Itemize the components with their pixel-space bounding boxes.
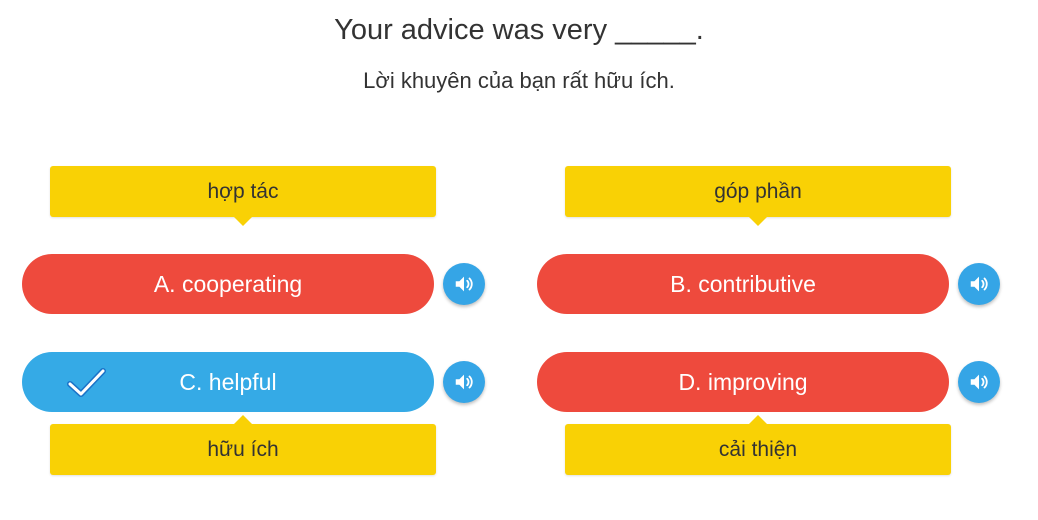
question-translation: Lời khuyên của bạn rất hữu ích. bbox=[363, 68, 675, 93]
speaker-icon bbox=[455, 374, 473, 390]
question-sentence: Your advice was very _____. bbox=[334, 14, 704, 46]
speaker-icon bbox=[970, 276, 988, 292]
speaker-icon bbox=[970, 374, 988, 390]
option-d-button[interactable]: D. improving bbox=[537, 352, 949, 412]
option-a-label: A. cooperating bbox=[153, 270, 303, 297]
option-c-label: C. helpful bbox=[179, 368, 277, 395]
option-a-audio-button[interactable] bbox=[443, 263, 485, 305]
option-c-button[interactable]: C. helpful bbox=[22, 352, 434, 412]
option-d-audio-button[interactable] bbox=[958, 361, 1000, 403]
option-d-label: D. improving bbox=[678, 368, 808, 395]
speaker-icon bbox=[455, 276, 473, 292]
option-c-audio-button[interactable] bbox=[443, 361, 485, 403]
hint-option-d: cải thiện bbox=[565, 415, 951, 475]
hint-option-c: hữu ích bbox=[50, 415, 436, 475]
hint-option-b: góp phần bbox=[565, 166, 951, 226]
hint-option-a: hợp tác bbox=[50, 166, 436, 226]
option-b-label: B. contributive bbox=[670, 270, 816, 297]
option-b-audio-button[interactable] bbox=[958, 263, 1000, 305]
checkmark-icon bbox=[67, 368, 106, 397]
option-a-button[interactable]: A. cooperating bbox=[22, 254, 434, 314]
option-b-button[interactable]: B. contributive bbox=[537, 254, 949, 314]
